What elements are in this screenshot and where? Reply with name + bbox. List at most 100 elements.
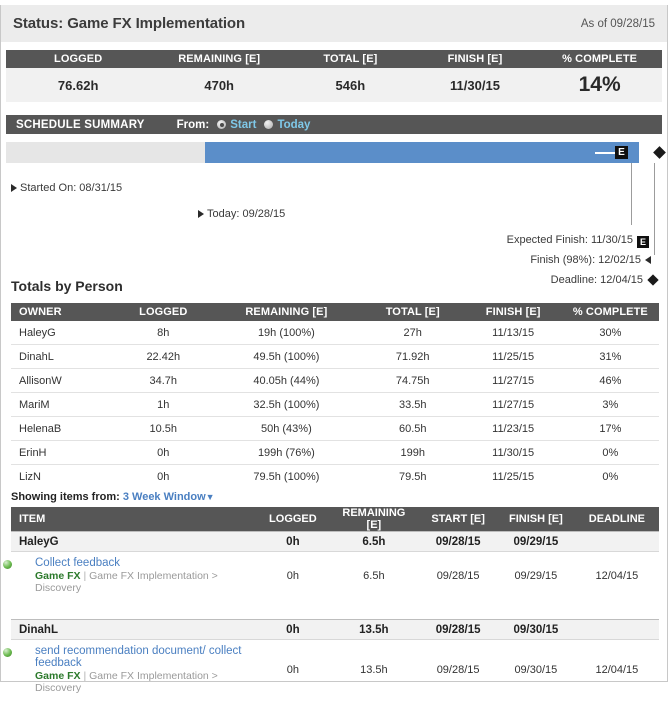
cell-percent: 30% bbox=[562, 321, 659, 345]
radio-today-label: Today bbox=[277, 119, 310, 131]
cell-percent: 3% bbox=[562, 393, 659, 417]
showing-items-value[interactable]: 3 Week Window bbox=[123, 491, 206, 503]
cell-remaining: 32.5h (100%) bbox=[212, 393, 361, 417]
progress-bar-fill bbox=[205, 142, 639, 163]
totals-body: HaleyG 8h 19h (100%) 27h 11/13/15 30% Di… bbox=[11, 321, 659, 488]
expected-finish-badge: E bbox=[615, 146, 628, 159]
cell-logged: 10.5h bbox=[115, 417, 212, 441]
guide-line-expected bbox=[631, 163, 632, 225]
task-name-link[interactable]: Collect feedback bbox=[35, 557, 251, 569]
totals-col-logged: LOGGED bbox=[115, 303, 212, 321]
task-status-icon bbox=[3, 648, 12, 657]
guide-line-deadline bbox=[654, 163, 655, 255]
cell-owner: HaleyG bbox=[11, 321, 115, 345]
marker-today: Today: 09/28/15 bbox=[198, 208, 285, 220]
items-task-row: Collect feedback Game FX | Game FX Imple… bbox=[11, 552, 659, 604]
triangle-left-icon bbox=[645, 256, 651, 264]
items-owner-row: HaleyG 0h 6.5h 09/28/15 09/29/15 bbox=[11, 532, 659, 552]
cell-owner: MariM bbox=[11, 393, 115, 417]
task-logged: 0h bbox=[257, 640, 328, 703]
triangle-right-icon bbox=[198, 210, 204, 218]
items-col-remaining: REMAINING [E] bbox=[329, 507, 420, 532]
summary-value-finish: 11/30/15 bbox=[413, 78, 538, 93]
cell-percent: 0% bbox=[562, 465, 659, 489]
table-row: LizN 0h 79.5h (100%) 79.5h 11/25/15 0% bbox=[11, 465, 659, 489]
owner-deadline bbox=[575, 532, 659, 552]
cell-remaining: 199h (76%) bbox=[212, 441, 361, 465]
table-row: ErinH 0h 199h (76%) 199h 11/30/15 0% bbox=[11, 441, 659, 465]
marker-deadline-label: Deadline: 12/04/15 bbox=[551, 274, 643, 286]
schedule-summary-header: SCHEDULE SUMMARY From: Start Today bbox=[6, 115, 662, 134]
radio-start-icon[interactable] bbox=[217, 120, 226, 129]
marker-started-on-label: Started On: 08/31/15 bbox=[20, 182, 122, 194]
cell-owner: DinahL bbox=[11, 345, 115, 369]
table-row: HelenaB 10.5h 50h (43%) 60.5h 11/23/15 1… bbox=[11, 417, 659, 441]
cell-total: 60.5h bbox=[361, 417, 465, 441]
items-header-row: ITEM LOGGED REMAINING [E] START [E] FINI… bbox=[11, 507, 659, 532]
items-col-start: START [E] bbox=[419, 507, 497, 532]
breadcrumb-project[interactable]: Game FX bbox=[35, 670, 81, 682]
task-info-cell: send recommendation document/ collect fe… bbox=[11, 640, 257, 703]
cell-finish: 11/27/15 bbox=[465, 393, 562, 417]
owner-finish: 09/29/15 bbox=[497, 532, 575, 552]
cell-total: 79.5h bbox=[361, 465, 465, 489]
task-start: 09/28/15 bbox=[419, 552, 497, 604]
cell-owner: ErinH bbox=[11, 441, 115, 465]
summary-header-row: LOGGED REMAINING [E] TOTAL [E] FINISH [E… bbox=[6, 50, 662, 68]
totals-col-total: TOTAL [E] bbox=[361, 303, 465, 321]
task-remaining: 6.5h bbox=[329, 552, 420, 604]
chevron-down-icon[interactable]: ▼ bbox=[206, 492, 215, 502]
cell-finish: 11/30/15 bbox=[465, 441, 562, 465]
totals-col-finish: FINISH [E] bbox=[465, 303, 562, 321]
owner-finish: 09/30/15 bbox=[497, 620, 575, 640]
summary-spacer bbox=[1, 102, 667, 115]
cell-percent: 46% bbox=[562, 369, 659, 393]
totals-col-owner: OWNER bbox=[11, 303, 115, 321]
task-info-cell: Collect feedback Game FX | Game FX Imple… bbox=[11, 552, 257, 604]
owner-name: HaleyG bbox=[11, 532, 257, 552]
task-finish: 09/29/15 bbox=[497, 552, 575, 604]
summary-col-logged: LOGGED bbox=[6, 50, 150, 68]
summary-value-remaining: 470h bbox=[150, 78, 288, 93]
owner-name: DinahL bbox=[11, 620, 257, 640]
expected-finish-tick bbox=[595, 152, 615, 154]
task-deadline: 12/04/15 bbox=[575, 640, 659, 703]
marker-expected-finish-label: Expected Finish: 11/30/15 bbox=[507, 234, 633, 246]
cell-finish: 11/13/15 bbox=[465, 321, 562, 345]
task-deadline: 12/04/15 bbox=[575, 552, 659, 604]
cell-total: 199h bbox=[361, 441, 465, 465]
items-col-finish: FINISH [E] bbox=[497, 507, 575, 532]
showing-items-filter: Showing items from: 3 Week Window▼ bbox=[11, 491, 667, 503]
radio-option-start[interactable]: Start bbox=[217, 119, 256, 131]
cell-finish: 11/23/15 bbox=[465, 417, 562, 441]
marker-today-label: Today: 09/28/15 bbox=[207, 208, 285, 220]
cell-remaining: 49.5h (100%) bbox=[212, 345, 361, 369]
totals-col-remaining: REMAINING [E] bbox=[212, 303, 361, 321]
schedule-gantt: E Started On: 08/31/15 Today: 09/28/15 E… bbox=[6, 142, 662, 264]
cell-finish: 11/25/15 bbox=[465, 345, 562, 369]
task-status-icon bbox=[3, 560, 12, 569]
cell-owner: LizN bbox=[11, 465, 115, 489]
cell-percent: 0% bbox=[562, 441, 659, 465]
totals-by-person-table: OWNER LOGGED REMAINING [E] TOTAL [E] FIN… bbox=[11, 303, 659, 488]
spacer-cell bbox=[11, 603, 659, 620]
breadcrumb-project[interactable]: Game FX bbox=[35, 570, 81, 582]
radio-today-icon[interactable] bbox=[264, 120, 273, 129]
cell-total: 27h bbox=[361, 321, 465, 345]
cell-logged: 8h bbox=[115, 321, 212, 345]
from-label: From: bbox=[177, 119, 210, 131]
radio-option-today[interactable]: Today bbox=[264, 119, 310, 131]
summary-col-remaining: REMAINING [E] bbox=[150, 50, 288, 68]
summary-col-percent: % COMPLETE bbox=[537, 50, 662, 68]
owner-start: 09/28/15 bbox=[419, 620, 497, 640]
progress-bar-row: E bbox=[6, 142, 662, 163]
cell-logged: 0h bbox=[115, 441, 212, 465]
items-owner-row: DinahL 0h 13.5h 09/28/15 09/30/15 bbox=[11, 620, 659, 640]
totals-header-row: OWNER LOGGED REMAINING [E] TOTAL [E] FIN… bbox=[11, 303, 659, 321]
task-start: 09/28/15 bbox=[419, 640, 497, 703]
task-remaining: 13.5h bbox=[329, 640, 420, 703]
task-name-link[interactable]: send recommendation document/ collect fe… bbox=[35, 645, 251, 669]
items-table: ITEM LOGGED REMAINING [E] START [E] FINI… bbox=[11, 507, 659, 703]
marker-deadline: Deadline: 12/04/15 bbox=[551, 274, 657, 286]
totals-col-percent: % COMPLETE bbox=[562, 303, 659, 321]
